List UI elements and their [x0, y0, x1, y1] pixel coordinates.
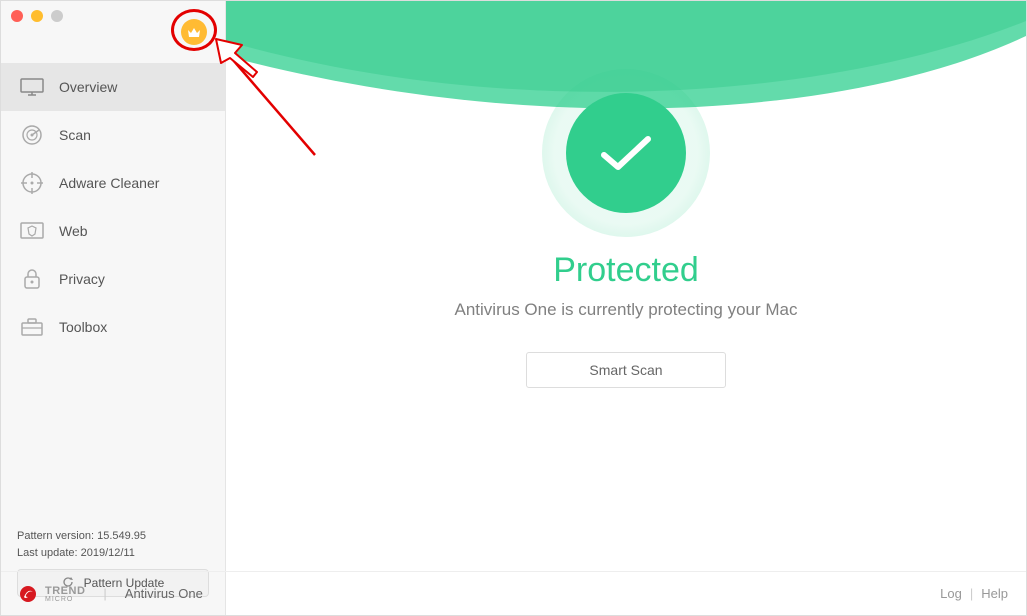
footer-brand: TRENDMICRO | Antivirus One [19, 585, 203, 603]
brand-text: TRENDMICRO [45, 585, 85, 603]
radar-icon [19, 125, 45, 145]
nav-list: Overview Scan Adware Cleaner [1, 63, 225, 351]
smart-scan-button[interactable]: Smart Scan [526, 352, 726, 388]
app-window: Overview Scan Adware Cleaner [0, 0, 1027, 616]
minimize-window-button[interactable] [31, 10, 43, 22]
sidebar-item-toolbox[interactable]: Toolbox [1, 303, 225, 351]
crown-icon[interactable] [181, 19, 207, 45]
sidebar-item-label: Toolbox [59, 319, 107, 335]
sidebar: Overview Scan Adware Cleaner [1, 1, 226, 615]
brand-separator: | [103, 586, 106, 601]
premium-badge-wrap [181, 19, 207, 45]
status-indicator [542, 69, 710, 237]
sidebar-item-scan[interactable]: Scan [1, 111, 225, 159]
status-circle [566, 93, 686, 213]
sidebar-item-label: Adware Cleaner [59, 175, 159, 191]
content: Overview Scan Adware Cleaner [1, 1, 1026, 615]
sidebar-item-label: Web [59, 223, 88, 239]
trend-micro-logo-icon [19, 585, 37, 603]
sidebar-item-adware-cleaner[interactable]: Adware Cleaner [1, 159, 225, 207]
footer-right: Log | Help [940, 586, 1008, 601]
sidebar-item-overview[interactable]: Overview [1, 63, 225, 111]
main-panel: Protected Antivirus One is currently pro… [226, 1, 1026, 615]
target-icon [19, 173, 45, 193]
sidebar-item-label: Scan [59, 127, 91, 143]
maximize-window-button[interactable] [51, 10, 63, 22]
footer-divider: | [970, 586, 973, 601]
checkmark-icon [598, 131, 654, 175]
log-link[interactable]: Log [940, 586, 962, 601]
status-subtitle: Antivirus One is currently protecting yo… [455, 300, 798, 320]
sidebar-item-web[interactable]: Web [1, 207, 225, 255]
footer: TRENDMICRO | Antivirus One Log | Help [1, 571, 1026, 615]
toolbox-icon [19, 317, 45, 337]
last-update-text: Last update: 2019/12/11 [17, 545, 209, 562]
lock-icon [19, 269, 45, 289]
titlebar [1, 1, 1026, 31]
shield-icon [19, 221, 45, 241]
product-name: Antivirus One [125, 586, 203, 601]
help-link[interactable]: Help [981, 586, 1008, 601]
smart-scan-label: Smart Scan [589, 362, 662, 378]
sidebar-item-privacy[interactable]: Privacy [1, 255, 225, 303]
crown-svg [187, 27, 201, 38]
status-title: Protected [553, 251, 699, 290]
pattern-version-text: Pattern version: 15.549.95 [17, 528, 209, 545]
sidebar-item-label: Privacy [59, 271, 105, 287]
sidebar-item-label: Overview [59, 79, 117, 95]
monitor-icon [19, 77, 45, 97]
close-window-button[interactable] [11, 10, 23, 22]
